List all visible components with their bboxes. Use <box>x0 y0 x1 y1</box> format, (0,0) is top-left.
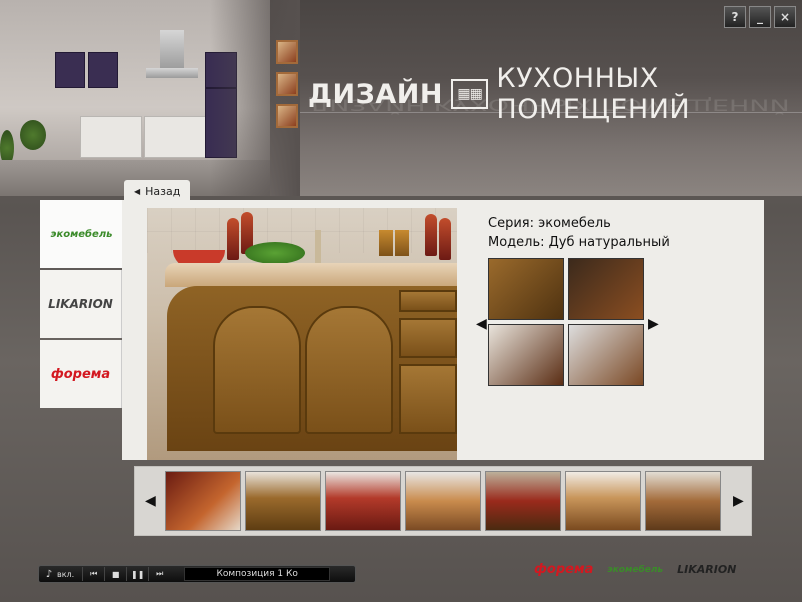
footer-forema-logo[interactable]: форема <box>534 562 593 577</box>
kitchen-thumbnail[interactable] <box>165 471 241 531</box>
series-label: Серия: экомебель <box>488 216 611 231</box>
product-info: Серия: экомебель Модель: Дуб натуральный <box>488 214 670 252</box>
detail-next-arrow-icon[interactable]: ▶ <box>648 316 659 332</box>
footer-likarion-logo[interactable]: LIKARION <box>677 563 736 576</box>
next-track-icon[interactable]: ⏭ <box>148 567 170 581</box>
brand-item-ekomebel[interactable]: экомебель <box>40 200 124 268</box>
detail-prev-arrow-icon[interactable]: ◀ <box>476 316 487 332</box>
brand-item-likarion[interactable]: LIKARION <box>40 270 122 338</box>
kitchen-thumbnail[interactable] <box>485 471 561 531</box>
back-label: Назад <box>145 184 181 198</box>
mini-thumb <box>276 72 298 96</box>
kitchen-thumbnail-strip: ◀ ▶ <box>134 466 752 536</box>
forema-logo: форема <box>50 366 111 382</box>
detail-photo[interactable] <box>488 258 564 320</box>
title-reflection: ДИЗАЙН КУХОННЫХ ПОМЕЩЕНИЙ <box>308 95 790 114</box>
minimize-button[interactable]: _ <box>749 6 771 28</box>
stop-icon[interactable]: ■ <box>104 567 126 581</box>
music-note-icon: ♪ <box>45 568 53 580</box>
music-player: ♪ вкл. ⏮ ■ ❚❚ ⏭ Композиция 1 Ко <box>38 565 356 583</box>
back-arrow-icon: ◀ <box>134 186 141 196</box>
detail-photo[interactable] <box>488 324 564 386</box>
track-title: Композиция 1 Ко <box>184 567 331 581</box>
pause-icon[interactable]: ❚❚ <box>126 567 148 581</box>
header: ДИЗАЙН ▦▦ КУХОННЫХ ПОМЕЩЕНИЙ ДИЗАЙН КУХО… <box>0 0 802 196</box>
ekomebel-logo: экомебель <box>50 228 113 240</box>
title-rest: КУХОННЫХ ПОМЕЩЕНИЙ <box>496 63 691 125</box>
main-kitchen-photo <box>147 208 457 460</box>
header-mini-thumbnails <box>276 40 300 136</box>
kitchen-thumbnail[interactable] <box>325 471 401 531</box>
strip-prev-arrow-icon[interactable]: ◀ <box>145 493 156 509</box>
footer-ekomebel-logo[interactable]: экомебель <box>607 565 663 575</box>
likarion-logo: LIKARION <box>48 297 113 311</box>
prev-track-icon[interactable]: ⏮ <box>82 567 104 581</box>
model-label: Модель: Дуб натуральный <box>488 235 670 250</box>
detail-photo[interactable] <box>568 258 644 320</box>
mini-thumb <box>276 104 298 128</box>
sound-toggle[interactable]: вкл. <box>57 570 74 579</box>
brand-item-forema[interactable]: форема <box>40 340 122 408</box>
main-panel: Серия: экомебель Модель: Дуб натуральный… <box>122 200 764 460</box>
detail-photo[interactable] <box>568 324 644 386</box>
brand-sidebar: экомебель LIKARION форема <box>40 200 124 410</box>
close-button[interactable]: × <box>774 6 796 28</box>
kitchen-thumbnail[interactable] <box>245 471 321 531</box>
footer-logos: форема экомебель LIKARION <box>534 562 736 577</box>
kitchen-thumbnail[interactable] <box>645 471 721 531</box>
back-button[interactable]: ◀ Назад <box>124 180 190 202</box>
window-controls: ? _ × <box>724 6 796 28</box>
kitchen-thumbnail[interactable] <box>565 471 641 531</box>
strip-next-arrow-icon[interactable]: ▶ <box>733 493 744 509</box>
mini-thumb <box>276 40 298 64</box>
kitchen-thumbnail[interactable] <box>405 471 481 531</box>
help-button[interactable]: ? <box>724 6 746 28</box>
